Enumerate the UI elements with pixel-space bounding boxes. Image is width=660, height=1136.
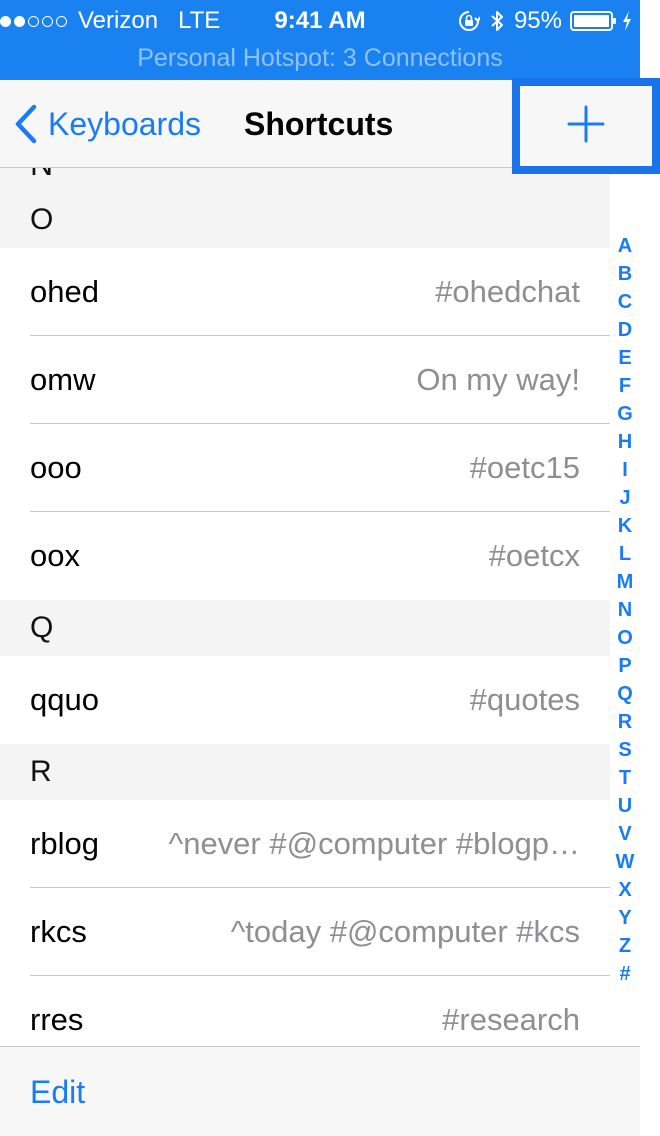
phrase-label: #oetcx: [488, 538, 580, 573]
phrase-label: ^never #@computer #blogp…: [168, 826, 580, 861]
shortcut-row-oox[interactable]: oox #oetcx: [0, 512, 610, 600]
index-letter[interactable]: T: [619, 764, 631, 792]
index-letter[interactable]: R: [618, 708, 632, 736]
shortcuts-screen: Verizon LTE 9:41 AM 95% Personal Hotspot…: [0, 0, 660, 1136]
bottom-toolbar: Edit: [0, 1046, 640, 1136]
shortcut-row-qquo[interactable]: qquo #quotes: [0, 656, 610, 744]
section-header-r: R: [0, 744, 610, 800]
index-letter[interactable]: O: [617, 624, 633, 652]
section-header-o: O: [0, 192, 610, 248]
index-letter[interactable]: Q: [617, 680, 633, 708]
shortcut-label: ohed: [30, 274, 99, 309]
index-letter[interactable]: U: [618, 792, 632, 820]
shortcuts-list[interactable]: N O ohed #ohedchat omw On my way! ooo #o…: [0, 168, 610, 1046]
index-letter[interactable]: I: [622, 456, 628, 484]
shortcut-row-ooo[interactable]: ooo #oetc15: [0, 424, 610, 512]
shortcut-label: ooo: [30, 450, 82, 485]
index-letter[interactable]: V: [618, 820, 631, 848]
status-right: 95%: [458, 6, 632, 36]
shortcut-row-ohed[interactable]: ohed #ohedchat: [0, 248, 610, 336]
phrase-label: ^today #@computer #kcs: [230, 914, 580, 949]
index-letter[interactable]: P: [618, 652, 631, 680]
phrase-label: #oetc15: [469, 450, 580, 485]
add-shortcut-button[interactable]: [512, 78, 660, 174]
index-letter[interactable]: W: [616, 848, 635, 876]
shortcut-label: qquo: [30, 682, 99, 717]
index-letter[interactable]: S: [618, 736, 631, 764]
shortcut-row-rres[interactable]: rres #research: [0, 976, 610, 1046]
phrase-label: #research: [442, 1002, 580, 1037]
rotation-lock-icon: [458, 10, 480, 32]
index-letter[interactable]: A: [618, 232, 632, 260]
back-button-label: Keyboards: [48, 105, 201, 142]
shortcut-label: rblog: [30, 826, 99, 861]
shortcut-label: rres: [30, 1002, 84, 1037]
index-letter[interactable]: G: [617, 400, 633, 428]
back-button[interactable]: Keyboards: [14, 80, 201, 168]
index-letter[interactable]: L: [619, 540, 631, 568]
shortcut-label: oox: [30, 538, 80, 573]
personal-hotspot-banner[interactable]: Personal Hotspot: 3 Connections: [0, 40, 640, 76]
section-header-q: Q: [0, 600, 610, 656]
battery-icon: [570, 10, 618, 32]
index-letter[interactable]: J: [619, 484, 630, 512]
page-title: Shortcuts: [244, 106, 394, 142]
index-letter[interactable]: E: [618, 344, 631, 372]
charging-icon: [622, 11, 632, 31]
chevron-left-icon: [14, 104, 38, 144]
index-letter[interactable]: D: [618, 316, 632, 344]
phrase-label: #ohedchat: [435, 274, 580, 309]
index-letter[interactable]: X: [618, 876, 631, 904]
shortcut-row-rkcs[interactable]: rkcs ^today #@computer #kcs: [0, 888, 610, 976]
status-bar: Verizon LTE 9:41 AM 95% Personal Hotspot…: [0, 0, 640, 80]
section-index[interactable]: A B C D E F G H I J K L M N O P Q R S T U V W X Y Z #: [610, 232, 640, 988]
shortcut-label: omw: [30, 362, 96, 397]
plus-icon: [566, 104, 606, 149]
index-letter[interactable]: K: [618, 512, 632, 540]
phrase-label: On my way!: [416, 362, 580, 397]
index-letter[interactable]: C: [618, 288, 632, 316]
bluetooth-icon: [490, 9, 504, 33]
index-letter[interactable]: #: [619, 960, 630, 988]
index-letter[interactable]: F: [619, 372, 631, 400]
shortcut-row-rblog[interactable]: rblog ^never #@computer #blogp…: [0, 800, 610, 888]
edit-button[interactable]: Edit: [30, 1047, 85, 1136]
index-letter[interactable]: M: [617, 568, 634, 596]
phrase-label: #quotes: [469, 682, 580, 717]
index-letter[interactable]: H: [618, 428, 632, 456]
shortcut-row-omw[interactable]: omw On my way!: [0, 336, 610, 424]
index-letter[interactable]: N: [618, 596, 632, 624]
shortcut-label: rkcs: [30, 914, 87, 949]
index-letter[interactable]: B: [618, 260, 632, 288]
battery-percent: 95%: [513, 7, 562, 34]
index-letter[interactable]: Z: [619, 932, 631, 960]
index-letter[interactable]: Y: [618, 904, 631, 932]
